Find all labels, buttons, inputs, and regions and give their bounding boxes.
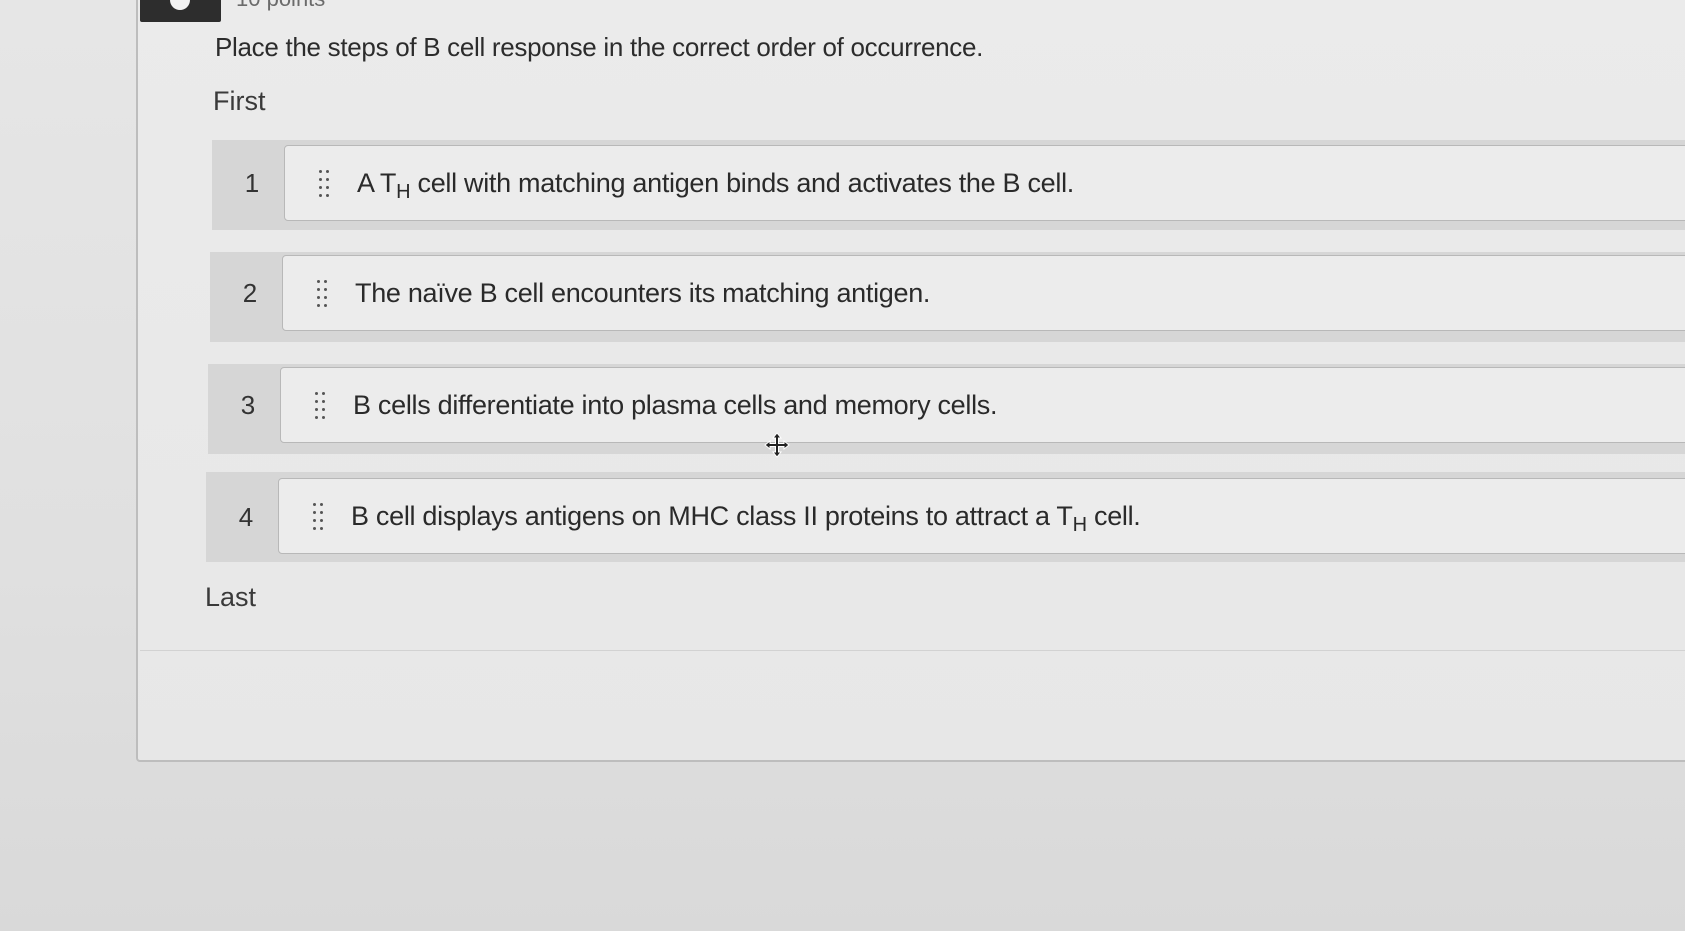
item-text-subscript: H	[1072, 514, 1087, 536]
order-row-3: 3 B cells differentiate into plasma cell…	[208, 364, 1685, 454]
item-text-subscript: H	[396, 181, 411, 203]
row-number: 1	[244, 168, 260, 198]
page: 10 points Place the steps of B cell resp…	[0, 0, 1685, 931]
item-text-part: cell with matching antigen binds and act…	[410, 168, 1074, 198]
draggable-item[interactable]: B cells differentiate into plasma cells …	[280, 367, 1685, 443]
item-text: B cells differentiate into plasma cells …	[353, 390, 998, 421]
item-text: The naïve B cell encounters its matching…	[355, 278, 930, 309]
move-cursor-icon	[764, 432, 790, 458]
item-text-part: cell.	[1086, 501, 1141, 531]
item-text: A TH cell with matching antigen binds an…	[357, 168, 1074, 204]
divider	[140, 650, 1685, 651]
grip-vertical-icon[interactable]	[311, 501, 327, 531]
item-text-part: B cells differentiate into plasma cells …	[353, 390, 998, 420]
row-number: 2	[242, 278, 258, 308]
item-text: B cell displays antigens on MHC class II…	[351, 501, 1141, 537]
order-row-4: 4 B cell displays antigens on MHC class …	[206, 472, 1685, 562]
item-text-part: A T	[357, 168, 397, 198]
grip-vertical-icon[interactable]	[315, 278, 331, 308]
draggable-item[interactable]: A TH cell with matching antigen binds an…	[284, 145, 1685, 221]
question-status-icon	[170, 0, 190, 10]
draggable-item[interactable]: B cell displays antigens on MHC class II…	[278, 478, 1685, 554]
first-label: First	[213, 86, 266, 116]
order-row-2: 2 The naïve B cell encounters its matchi…	[210, 252, 1685, 342]
order-row-1: 1 A TH cell with matching antigen binds …	[212, 140, 1685, 230]
question-prompt: Place the steps of B cell response in th…	[215, 32, 984, 62]
item-text-part: The naïve B cell encounters its matching…	[355, 278, 931, 308]
item-text-part: B cell displays antigens on MHC class II…	[351, 501, 1073, 531]
grip-vertical-icon[interactable]	[313, 390, 329, 420]
row-number: 4	[238, 502, 254, 532]
points-label: 10 points	[236, 0, 325, 12]
last-label: Last	[205, 582, 257, 612]
draggable-item[interactable]: The naïve B cell encounters its matching…	[282, 255, 1685, 331]
question-number-tab	[140, 0, 221, 22]
grip-vertical-icon[interactable]	[317, 168, 333, 198]
row-number: 3	[240, 390, 256, 420]
